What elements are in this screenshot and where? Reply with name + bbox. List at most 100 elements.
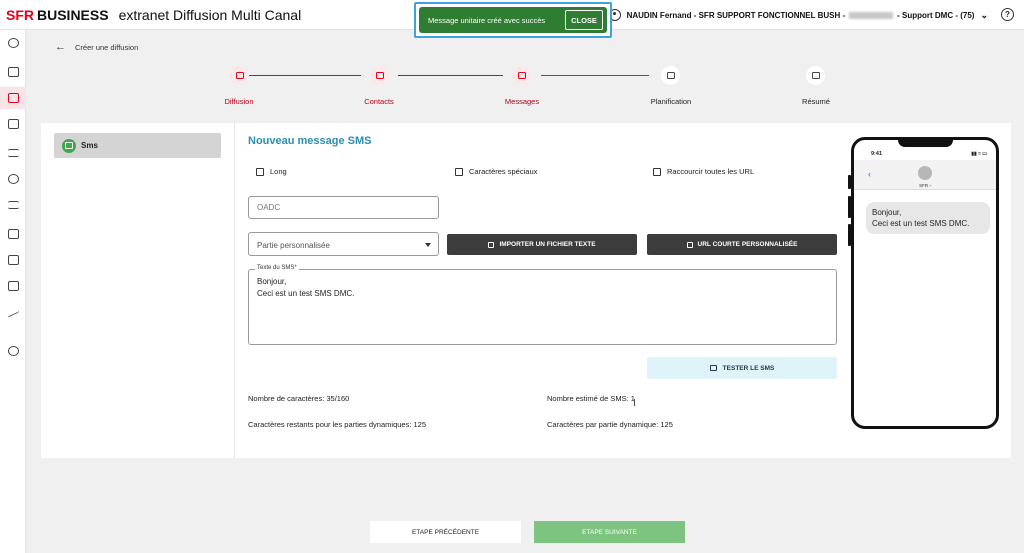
contact-card-icon <box>7 119 19 129</box>
avatar <box>918 166 932 180</box>
short-url-button-label: URL COURTE PERSONNALISÉE <box>697 241 798 248</box>
step-planification-icon[interactable] <box>661 66 680 85</box>
caret-down-icon <box>425 243 431 247</box>
step-label-planification[interactable]: Planification <box>626 97 716 106</box>
import-text-file-button[interactable]: IMPORTER UN FICHIER TEXTE <box>447 234 637 255</box>
sms-legend-text: Texte du SMS <box>257 265 295 271</box>
checkbox-box[interactable] <box>256 167 264 176</box>
channel-label: Sms <box>81 141 98 150</box>
calendar-icon <box>7 255 19 265</box>
download-icon <box>488 241 495 248</box>
package-icon <box>7 229 19 239</box>
short-url-button[interactable]: URL COURTE PERSONNALISÉE <box>647 234 837 255</box>
phone-conversation-header: ‹ SFR › <box>854 160 996 190</box>
message-icon <box>517 72 526 79</box>
user-name: NAUDIN Fernand - SFR SUPPORT FONCTIONNEL… <box>626 10 846 20</box>
sfr-logo[interactable]: SFR <box>6 7 34 23</box>
partie-select[interactable]: Partie personnalisée <box>248 232 439 256</box>
back-arrow-icon[interactable]: ← <box>55 41 66 53</box>
settings-icon <box>7 346 19 356</box>
sidebar-item-home[interactable] <box>0 32 26 54</box>
step-label-resume[interactable]: Résumé <box>771 97 861 106</box>
required-mark: * <box>294 265 297 271</box>
group-icon <box>7 174 19 184</box>
calendar-icon <box>666 72 675 79</box>
text-cursor-icon: I <box>633 398 636 409</box>
app-title: extranet Diffusion Multi Canal <box>118 6 302 23</box>
chars-per-dynamic-part: Caractères par partie dynamique: 125 <box>547 420 673 429</box>
checkbox-special-chars[interactable]: Caractères spéciaux <box>455 167 537 176</box>
test-sms-label: TESTER LE SMS <box>722 364 775 372</box>
circle-arrow-icon <box>7 38 19 48</box>
next-step-button[interactable]: ETAPE SUIVANTE <box>534 521 685 543</box>
sms-preview-bubble: Bonjour, Ceci est un test SMS DMC. <box>866 202 990 234</box>
sidebar-item-packages[interactable] <box>0 223 26 245</box>
step-label-messages[interactable]: Messages <box>477 97 567 106</box>
phone-sender: SFR › <box>919 183 931 188</box>
message-icon <box>709 365 717 371</box>
oadc-field-wrapper <box>248 196 439 219</box>
checkbox-long[interactable]: Long <box>256 167 287 176</box>
checkbox-shorten-urls[interactable]: Raccourcir toutes les URL <box>653 167 754 176</box>
stepper-line-done <box>398 75 503 77</box>
stepper-line-done <box>249 75 361 77</box>
checkbox-label: Raccourcir toutes les URL <box>667 167 755 176</box>
sidebar-item-contacts-card[interactable] <box>0 113 26 135</box>
import-button-label: IMPORTER UN FICHIER TEXTE <box>499 241 596 248</box>
sidebar-item-stats[interactable] <box>0 301 26 323</box>
previous-step-button[interactable]: ETAPE PRÉCÉDENTE <box>370 521 521 543</box>
step-label-diffusion[interactable]: Diffusion <box>194 97 284 106</box>
phone-status-icons: ▮▮ ≈ ▭ <box>971 151 987 157</box>
sidebar-item-calendar[interactable] <box>0 249 26 271</box>
channel-tab-sms[interactable]: Sms <box>54 133 221 158</box>
card-divider <box>234 123 235 458</box>
form-title: Nouveau message SMS <box>248 135 372 147</box>
step-label-contacts[interactable]: Contacts <box>334 97 424 106</box>
checkbox-box[interactable] <box>455 167 463 176</box>
stepper-line-todo <box>541 75 649 77</box>
sidebar-item-messages[interactable] <box>0 275 26 297</box>
char-count: Nombre de caractères: 35/160 <box>248 394 350 403</box>
success-toast: Message unitaire créé avec succès CLOSE <box>419 7 607 33</box>
toast-close-button[interactable]: CLOSE <box>565 10 603 30</box>
sms-textarea-value[interactable]: Bonjour, Ceci est un test SMS DMC. <box>257 276 354 299</box>
partie-select-value: Partie personnalisée <box>257 241 330 250</box>
sidebar-item-diffusion[interactable] <box>0 87 26 109</box>
dashboard-icon <box>7 67 19 77</box>
phone-time: 9:41 <box>871 151 883 157</box>
business-logo: BUSINESS <box>37 6 109 23</box>
checkbox-label: Long <box>270 167 287 176</box>
sidebar <box>0 30 26 553</box>
user-menu[interactable]: NAUDIN Fernand - SFR SUPPORT FONCTIONNEL… <box>608 0 988 30</box>
chart-icon <box>7 306 19 318</box>
phone-notch <box>898 140 953 147</box>
step-messages-icon[interactable] <box>512 66 531 85</box>
toast-highlight: Message unitaire créé avec succès CLOSE <box>414 2 612 38</box>
oadc-input[interactable] <box>249 197 438 218</box>
user-org: - Support DMC - (75) <box>897 10 975 20</box>
help-icon[interactable]: ? <box>1001 8 1014 21</box>
sidebar-item-groups[interactable] <box>0 168 26 190</box>
step-resume-icon[interactable] <box>806 66 825 85</box>
breadcrumb: Créer une diffusion <box>75 43 139 52</box>
list-add-icon <box>7 201 19 209</box>
sidebar-item-add-list[interactable] <box>0 194 26 216</box>
step-diffusion-icon[interactable] <box>230 66 249 85</box>
sidebar-item-lists[interactable] <box>0 142 26 164</box>
sidebar-item-dashboard[interactable] <box>0 61 26 83</box>
test-sms-button[interactable]: TESTER LE SMS <box>647 357 837 379</box>
message-icon <box>7 281 19 291</box>
step-contacts-icon[interactable] <box>370 66 389 85</box>
megaphone-icon <box>7 93 19 103</box>
link-icon <box>686 241 693 248</box>
remaining-dynamic-chars: Caractères restants pour les parties dyn… <box>248 420 427 429</box>
list-icon <box>7 149 19 157</box>
checkbox-label: Caractères spéciaux <box>469 167 538 176</box>
sms-field-label: Texte du SMS* <box>255 265 299 271</box>
contacts-icon <box>375 72 384 79</box>
sidebar-item-settings[interactable] <box>0 340 26 362</box>
phone-preview: 9:41 ▮▮ ≈ ▭ ‹ SFR › Bonjour, Ceci est un… <box>851 137 999 429</box>
checkbox-box[interactable] <box>653 167 661 176</box>
sms-icon <box>62 138 76 153</box>
estimated-sms-count: Nombre estimé de SMS: 1 <box>547 394 635 403</box>
